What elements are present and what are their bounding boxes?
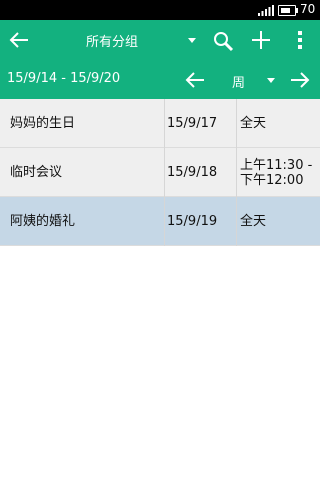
add-icon[interactable] bbox=[250, 29, 272, 51]
overflow-menu-icon[interactable] bbox=[295, 30, 305, 50]
date-range-bar: 15/9/14 - 15/9/20 周 bbox=[0, 60, 320, 99]
event-date: 15/9/18 bbox=[165, 148, 237, 197]
status-bar: 70 bbox=[0, 0, 320, 20]
next-arrow-icon[interactable] bbox=[289, 69, 311, 91]
event-row[interactable]: 临时会议 15/9/18 上午11:30 - 下午12:00 bbox=[0, 148, 320, 197]
battery-icon bbox=[278, 5, 296, 16]
prev-arrow-icon[interactable] bbox=[184, 69, 206, 91]
event-title: 阿姨的婚礼 bbox=[0, 197, 165, 246]
event-time: 上午11:30 - 下午12:00 bbox=[240, 157, 313, 188]
group-selector[interactable]: 所有分组 bbox=[86, 31, 138, 50]
signal-icon bbox=[258, 5, 274, 16]
event-time: 全天 bbox=[240, 116, 267, 131]
event-list: 妈妈的生日 15/9/17 全天 临时会议 15/9/18 上午11:30 - … bbox=[0, 99, 320, 246]
event-title: 妈妈的生日 bbox=[0, 99, 165, 148]
event-time: 全天 bbox=[240, 214, 267, 229]
back-arrow-icon[interactable] bbox=[8, 29, 30, 51]
date-range-label: 15/9/14 - 15/9/20 bbox=[7, 71, 121, 86]
battery-tip bbox=[296, 8, 298, 13]
view-mode-selector[interactable]: 周 bbox=[232, 72, 245, 91]
dropdown-caret-icon[interactable] bbox=[188, 38, 196, 43]
event-row[interactable]: 妈妈的生日 15/9/17 全天 bbox=[0, 99, 320, 148]
dropdown-caret-icon[interactable] bbox=[267, 78, 275, 83]
event-date: 15/9/19 bbox=[165, 197, 237, 246]
event-row-selected[interactable]: 阿姨的婚礼 15/9/19 全天 bbox=[0, 197, 320, 246]
search-icon[interactable] bbox=[212, 30, 234, 52]
battery-level: 70 bbox=[300, 2, 316, 16]
event-title: 临时会议 bbox=[0, 148, 165, 197]
event-date: 15/9/17 bbox=[165, 99, 237, 148]
action-bar: 所有分组 bbox=[0, 20, 320, 60]
